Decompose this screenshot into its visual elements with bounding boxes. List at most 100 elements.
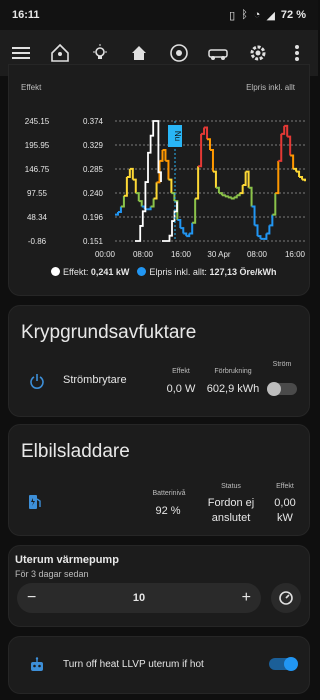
elpris-line-segment	[117, 206, 122, 213]
elpris-line-segment	[171, 192, 176, 202]
elpris-line-segment	[299, 175, 304, 180]
x-tick-label: 16:00	[285, 250, 306, 259]
battery-value: 92 %	[155, 505, 181, 517]
elpris-line-segment	[126, 168, 131, 178]
forbrukning-value: 602,9 kWh	[206, 383, 260, 395]
status-time: 16:11	[12, 9, 40, 21]
elpris-line-segment	[230, 197, 235, 200]
power-icon	[29, 373, 45, 394]
vibrate-icon: ▯	[229, 9, 236, 22]
robot-vacuum-icon[interactable]	[168, 42, 190, 64]
status-label: Status	[221, 483, 241, 490]
elpris-line-segment	[293, 167, 298, 172]
elpris-line-segment	[242, 171, 247, 187]
elpris-line-segment	[168, 178, 173, 194]
lightbulb-icon[interactable]	[89, 42, 111, 64]
strom-toggle[interactable]	[267, 382, 297, 396]
increase-button[interactable]: +	[242, 589, 251, 607]
legend-elpris[interactable]: Elpris inkl. allt: 127,13 Öre/kWh	[137, 267, 276, 277]
elpris-line-segment	[147, 206, 152, 211]
menu-icon[interactable]	[10, 42, 32, 64]
elpris-tick-label: 0.374	[83, 117, 104, 126]
more-vertical-icon[interactable]	[286, 42, 308, 64]
automation-label: Turn off heat LLVP uterum if hot	[63, 659, 204, 670]
stepper-value: 10	[132, 592, 146, 604]
elpris-line-segment	[135, 192, 140, 202]
elpris-tick-label: 0.196	[83, 213, 104, 222]
decrease-button[interactable]: −	[27, 589, 36, 607]
varmepump-title: Uterum värmepump	[15, 554, 119, 566]
elpris-tick-label: 0.151	[83, 237, 104, 246]
legend-effekt[interactable]: Effekt: 0,241 kW	[51, 267, 129, 277]
elpris-line-segment	[281, 125, 286, 135]
varmepump-subtitle: För 3 dagar sedan	[15, 569, 89, 579]
battery-percentage: 72 %	[280, 9, 306, 21]
elpris-line-segment	[254, 224, 259, 237]
elpris-axis-label: Elpris inkl. allt	[246, 83, 295, 92]
elpris-line-segment	[272, 193, 277, 216]
wifi-icon: ◔	[253, 9, 261, 21]
elpris-line-segment	[165, 159, 170, 180]
energy-chart-card: Effekt Elpris inkl. allt 245.15 0.374 195.…	[8, 64, 310, 296]
elpris-tick-label: 0.240	[83, 189, 104, 198]
home-assistant-icon[interactable]	[49, 42, 71, 64]
krypgrund-card: Krypgrundsavfuktare Strömbrytare Effekt …	[8, 305, 310, 417]
elpris-line-segment	[290, 154, 295, 169]
effekt-tick-label: 195.95	[25, 141, 50, 150]
temperature-stepper: − 10 +	[17, 583, 261, 613]
legend-elpris-dot	[137, 267, 147, 276]
elpris-line-segment	[278, 133, 283, 162]
now-marker-label: Nu	[173, 131, 182, 141]
elpris-line-segment	[115, 211, 119, 216]
elpris-line-segment	[183, 232, 188, 237]
gear-icon[interactable]	[247, 42, 269, 64]
car-icon[interactable]	[207, 42, 229, 64]
thermostat-mode-button[interactable]	[271, 583, 301, 613]
krypgrund-title: Krypgrundsavfuktare	[21, 322, 197, 343]
elpris-line-segment	[189, 222, 194, 235]
automation-toggle[interactable]	[269, 657, 298, 671]
bluetooth-icon: ᛒ	[241, 9, 248, 21]
effekt-tick-label: 245.15	[25, 117, 50, 126]
elpris-line-segment	[239, 185, 244, 195]
elpris-line-segment	[248, 186, 253, 207]
elpris-line-segment	[221, 194, 226, 197]
elpris-line-segment	[266, 225, 271, 235]
elpris-line-segment	[275, 160, 280, 195]
elpris-line-segment	[296, 170, 301, 177]
elpris-line-segment	[120, 195, 125, 208]
robot-icon	[29, 657, 45, 678]
automation-card: Turn off heat LLVP uterum if hot	[8, 636, 310, 694]
elpris-line-segment	[269, 214, 274, 227]
elpris-line-segment	[263, 233, 268, 240]
chart-legend: Effekt: 0,241 kW Elpris inkl. allt: 127,…	[51, 267, 276, 277]
effekt-tick-label: 146.75	[25, 165, 50, 174]
x-tick-label: 16:00	[171, 250, 192, 259]
home-icon[interactable]	[128, 42, 150, 64]
elpris-line-segment	[138, 200, 143, 207]
toggle-knob	[284, 657, 298, 671]
signal-icon: ◢	[266, 9, 275, 22]
x-tick-label: 30 Apr	[207, 250, 230, 259]
elpris-line-segment	[132, 178, 137, 194]
elpris-line-segment	[257, 235, 262, 239]
elpris-line-segment	[224, 195, 229, 198]
elpris-line-segment	[201, 127, 206, 135]
effekt-line	[135, 120, 162, 242]
elpris-line-segment	[227, 196, 232, 199]
gauge-icon	[279, 591, 293, 605]
x-tick-label: 08:00	[133, 250, 154, 259]
elpris-line-segment	[210, 149, 214, 172]
status-value: Fordon ej anslutet	[207, 497, 255, 524]
effekt-axis-label: Effekt	[21, 83, 42, 92]
effekt-tick-label: 97.55	[27, 189, 48, 198]
varmepump-card: Uterum värmepump För 3 dagar sedan − 10 …	[8, 545, 310, 627]
elpris-line-segment	[150, 198, 155, 208]
elpris-line-segment	[198, 133, 203, 168]
forbrukning-label: Förbrukning	[214, 368, 252, 375]
switch-label[interactable]: Strömbrytare	[63, 374, 127, 386]
elpris-line-segment	[233, 195, 238, 199]
elpris-tick-label: 0.329	[83, 141, 104, 150]
elpris-line-segment	[180, 227, 185, 234]
elbil-effekt-label: Effekt	[276, 483, 294, 490]
